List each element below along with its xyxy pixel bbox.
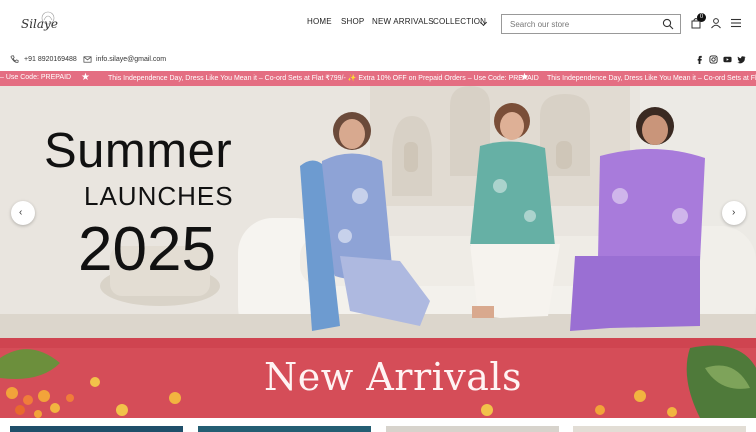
youtube-icon[interactable] bbox=[723, 55, 732, 64]
search-input[interactable]: Search our store bbox=[501, 14, 681, 34]
site-header: Silaye HOME SHOP NEW ARRIVALS COLLECTION… bbox=[0, 0, 756, 48]
facebook-icon[interactable] bbox=[695, 55, 704, 64]
cart-count-badge: 0 bbox=[697, 13, 706, 22]
hero-slider: Summer LAUNCHES 2025 bbox=[0, 86, 756, 338]
product-card[interactable] bbox=[10, 426, 183, 432]
phone-icon bbox=[10, 55, 19, 63]
menu-icon[interactable] bbox=[730, 17, 742, 29]
user-icon[interactable] bbox=[710, 17, 722, 29]
product-grid bbox=[0, 418, 756, 432]
star-icon: ★ bbox=[81, 72, 90, 83]
nav-new-arrivals[interactable]: NEW ARRIVALS bbox=[372, 17, 434, 26]
star-icon: ★ bbox=[520, 72, 529, 83]
hero-title: Summer bbox=[44, 124, 233, 178]
nav-shop[interactable]: SHOP bbox=[341, 17, 364, 26]
twitter-icon[interactable] bbox=[737, 55, 746, 64]
new-arrivals-title: New Arrivals bbox=[264, 355, 523, 399]
mail-icon bbox=[83, 56, 92, 63]
logo[interactable]: Silaye bbox=[18, 10, 60, 38]
search-icon[interactable] bbox=[662, 18, 674, 30]
product-card[interactable] bbox=[386, 426, 559, 432]
slider-prev-button[interactable]: ‹ bbox=[11, 201, 35, 225]
marquee-item: This Independence Day, Dress Like You Me… bbox=[108, 75, 539, 82]
marquee-item: – Use Code: PREPAID bbox=[0, 74, 72, 81]
product-card[interactable] bbox=[573, 426, 746, 432]
nav-home[interactable]: HOME bbox=[307, 17, 332, 26]
logo-text: Silaye bbox=[21, 17, 58, 31]
announcement-marquee: – Use Code: PREPAID ★ This Independence … bbox=[0, 71, 756, 86]
search-placeholder: Search our store bbox=[510, 20, 570, 29]
slider-next-button[interactable]: › bbox=[722, 201, 746, 225]
nav-collection[interactable]: COLLECTION bbox=[433, 17, 486, 26]
contact-email[interactable]: info.silaye@gmail.com bbox=[96, 56, 166, 63]
hero-year: 2025 bbox=[78, 215, 216, 284]
instagram-icon[interactable] bbox=[709, 55, 718, 64]
contact-bar: +91 8920169488 info.silaye@gmail.com bbox=[0, 52, 756, 68]
marquee-item: This Independence Day, Dress Like You Me… bbox=[547, 75, 756, 82]
chevron-left-icon: ‹ bbox=[19, 207, 23, 218]
contact-phone[interactable]: +91 8920169488 bbox=[24, 56, 77, 63]
new-arrivals-banner: New Arrivals bbox=[0, 338, 756, 418]
product-card[interactable] bbox=[198, 426, 371, 432]
chevron-right-icon: › bbox=[732, 207, 736, 218]
hero-subtitle: LAUNCHES bbox=[84, 181, 234, 211]
